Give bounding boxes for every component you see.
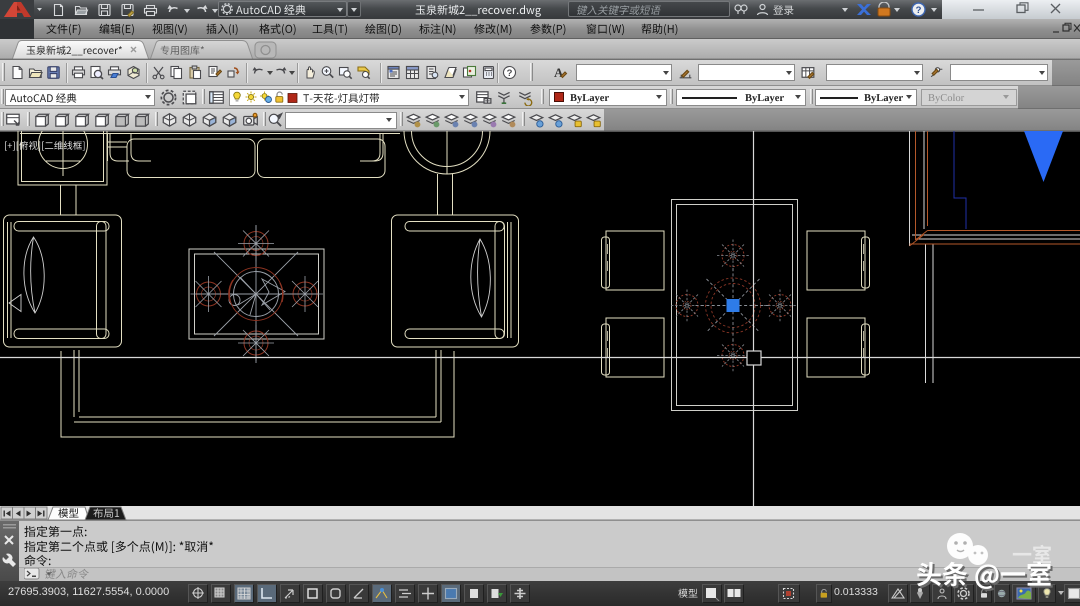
svg-text:?: ? [507, 68, 513, 79]
svg-text:?: ? [916, 5, 922, 16]
